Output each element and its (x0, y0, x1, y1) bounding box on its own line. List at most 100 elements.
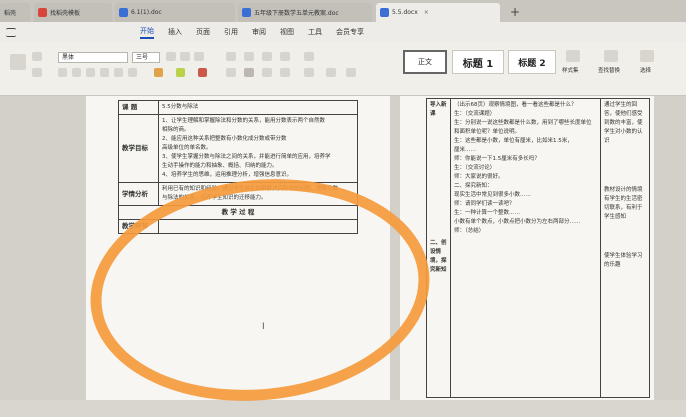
menu-page[interactable]: 页面 (196, 27, 210, 37)
process-line: 生：这些都是小数，单位有厘米，比如米1.5米， (454, 138, 573, 144)
style-set-label[interactable]: 样式集 (562, 66, 579, 74)
style-h1-label: 标题 1 (462, 58, 494, 70)
align-right-icon[interactable] (262, 68, 272, 77)
process-line: 生：分别说一说这些数都是什么数，用到了哪些长度单位 (454, 120, 592, 126)
style-heading-1[interactable]: 标题 1 (452, 50, 504, 74)
find-replace-label[interactable]: 查找替换 (598, 66, 620, 74)
menu-bar: 开始 插入 页面 引用 审阅 视图 工具 会员专享 (0, 22, 686, 60)
style-h2-label: 标题 2 (518, 58, 546, 69)
borders-icon[interactable] (346, 68, 356, 77)
font-name-select[interactable]: 黑体 (58, 52, 128, 63)
goal-line: 相除的商。 (162, 127, 190, 133)
align-left-icon[interactable] (226, 68, 236, 77)
bullet-list-icon[interactable] (226, 52, 236, 61)
goal-line: 1、让学生理解和掌握除法和分数的关系，能用分数表示两个自然数 (162, 118, 326, 124)
numbered-list-icon[interactable] (244, 52, 254, 61)
paste-icon[interactable] (10, 54, 26, 70)
justify-icon[interactable] (280, 68, 290, 77)
grow-font-icon[interactable] (166, 52, 176, 61)
style-normal[interactable]: 正文 (403, 50, 447, 74)
line-spacing-icon[interactable] (304, 68, 314, 77)
text-color-icon[interactable] (198, 68, 207, 77)
process-table: 导入新课 二、创设情境，探究新知 （出示68页）观察情境图，看一看这些都是什么？… (426, 98, 650, 398)
font-color-icon[interactable] (154, 68, 163, 77)
format-painter-icon[interactable] (32, 68, 42, 77)
font-size-select[interactable]: 三号 (132, 52, 160, 63)
process-line: 生：一种计算一个整数…… (454, 210, 521, 216)
menu-insert[interactable]: 插入 (168, 27, 182, 37)
superscript-icon[interactable] (114, 68, 123, 77)
menu-tools[interactable]: 工具 (308, 27, 322, 37)
word-doc-icon (242, 8, 251, 17)
tab-doc-61[interactable]: 6.1(1).doc (115, 3, 235, 22)
select-icon[interactable] (640, 50, 654, 62)
goal-line: 2、能应用这种关系把整数有小数化成分数或带分数 (162, 136, 287, 142)
design-intent-column: 通过学生的回答，使他们感受到数的丰富，使学生对小数的认识 教材设计的情境有学生的… (600, 98, 650, 398)
menu-reference[interactable]: 引用 (224, 27, 238, 37)
wps-icon (38, 8, 47, 17)
outdent-icon[interactable] (280, 52, 290, 61)
analysis-label: 学情分析 (118, 182, 159, 206)
tab-label: 五年级下册数学五单元教案.doc (254, 10, 339, 17)
word-doc-icon (380, 8, 389, 17)
indent-icon[interactable] (262, 52, 272, 61)
clear-format-icon[interactable] (194, 52, 204, 61)
menu-home[interactable]: 开始 (140, 26, 154, 39)
process-line: （出示68页）观察情境图，看一看这些都是什么？ (454, 102, 577, 108)
goal-line: 生动手操作的能力和抽象、概括、归纳的能力。 (162, 163, 278, 169)
goal-line: 4、培养学生的思维，运用推理分析，增强信息意识。 (162, 172, 293, 178)
menu-review[interactable]: 审阅 (252, 27, 266, 37)
goal-line: 3、使学生掌握分数与除法之间的关系，并能进行简单的应用，培养学 (162, 154, 331, 160)
strikethrough-icon[interactable] (100, 68, 109, 77)
cut-icon[interactable] (32, 52, 42, 61)
topic-label: 课 题 (118, 100, 159, 115)
tab-label: 6.1(1).doc (131, 9, 162, 16)
tab-template[interactable]: 找稻壳模板 (34, 3, 112, 22)
ribbon-toolbar: 黑体 三号 (0, 42, 686, 96)
intent-line: 使学生体验学习的乐趣 (604, 253, 643, 268)
menu-view[interactable]: 视图 (280, 27, 294, 37)
process-line: 二、探究新知： (454, 183, 493, 189)
process-line: 师：大家说的很好。 (454, 174, 504, 180)
goal-line: 高级单位的单名数。 (162, 145, 212, 151)
sort-icon[interactable] (304, 52, 314, 61)
tab-doc-55[interactable]: 5.5.docx × (376, 3, 500, 22)
topic-value: 5.5分数与除法 (158, 100, 358, 115)
page-2[interactable]: 导入新课 二、创设情境，探究新知 （出示68页）观察情境图，看一看这些都是什么？… (400, 96, 654, 400)
tab-label: 稻壳 (4, 10, 17, 17)
hamburger-menu-icon[interactable] (6, 27, 16, 37)
title-bar: 稻壳 找稻壳模板 6.1(1).doc 五年级下册数学五单元教案.doc 5.5… (0, 0, 686, 22)
tab-daoke[interactable]: 稻壳 (0, 3, 30, 22)
align-center-icon[interactable] (244, 68, 254, 77)
word-doc-icon (119, 8, 128, 17)
highlight-icon[interactable] (176, 68, 185, 77)
style-heading-2[interactable]: 标题 2 (508, 50, 556, 74)
bold-icon[interactable] (58, 68, 67, 77)
process-line: 师：请同学们读一读吧？ (454, 201, 515, 207)
menu-member[interactable]: 会员专享 (336, 27, 364, 37)
process-line: 生：（交流讨论） (454, 165, 496, 171)
find-replace-icon[interactable] (604, 50, 618, 62)
text-cursor-icon: I (262, 322, 265, 332)
goal-content: 1、让学生理解和掌握除法和分数的关系，能用分数表示两个自然数 相除的商。 2、能… (158, 114, 358, 183)
italic-icon[interactable] (72, 68, 81, 77)
stage-label: 二、创设情境，探究新知 (430, 240, 447, 273)
style-set-icon[interactable] (566, 50, 580, 62)
shading-icon[interactable] (326, 68, 336, 77)
tab-doc-unit5[interactable]: 五年级下册数学五单元教案.doc (238, 3, 372, 22)
tab-label: 找稻壳模板 (50, 10, 81, 17)
stage-label: 导入新课 (430, 102, 447, 117)
process-line: 厘米…… (454, 147, 477, 153)
select-label[interactable]: 选择 (640, 66, 651, 74)
shrink-font-icon[interactable] (180, 52, 190, 61)
stage-column: 导入新课 二、创设情境，探究新知 (426, 98, 451, 398)
process-content: （出示68页）观察情境图，看一看这些都是什么？ 生：（交流课题） 生：分别说一说… (450, 98, 601, 398)
process-line: 小数有单个数点，小数点把小数分为左右两部分…… (454, 219, 581, 225)
process-line: 生：（交流课题） (454, 111, 496, 117)
goal-label: 教学目标 (118, 114, 159, 183)
underline-icon[interactable] (86, 68, 95, 77)
subscript-icon[interactable] (128, 68, 137, 77)
close-icon[interactable]: × (424, 9, 429, 16)
intent-line: 通过学生的回答，使他们感受到数的丰富，使学生对小数的认识 (604, 102, 643, 144)
new-tab-icon[interactable]: + (510, 5, 520, 19)
